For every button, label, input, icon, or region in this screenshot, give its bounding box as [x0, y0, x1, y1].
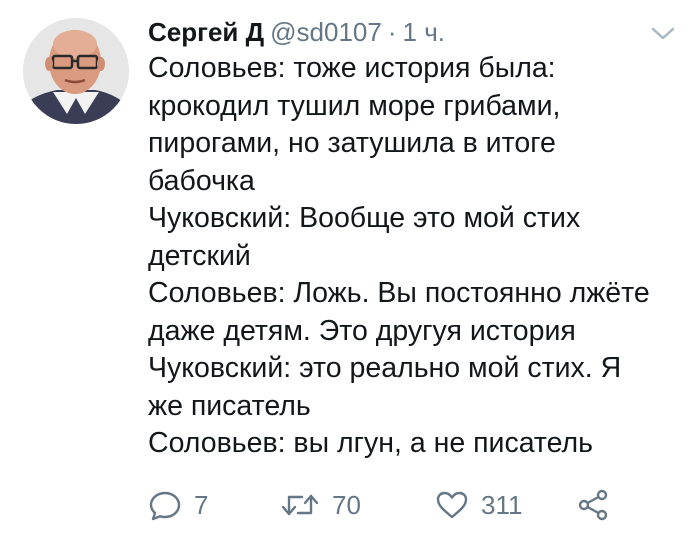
tweet-text-line: детский: [148, 239, 251, 272]
retweet-icon: [281, 494, 319, 516]
tweet-text-line: Соловьев: тоже история была:: [148, 52, 556, 84]
tweet-actions: 7 70 311: [0, 480, 700, 530]
tweet-text-line: Чуковский: Вообще это мой стих: [148, 202, 581, 234]
retweet-count: 70: [332, 489, 361, 520]
tweet-menu-button[interactable]: [650, 25, 676, 43]
like-count: 311: [481, 489, 523, 520]
header-separator: ·: [387, 17, 397, 47]
reply-icon: [149, 491, 181, 521]
chevron-down-icon: [651, 27, 675, 40]
tweet-text-line: Соловьев: Ложь. Вы постоянно лжёте: [148, 277, 650, 309]
tweet-text-line: пирогами, но затушила в итоге: [148, 127, 556, 159]
avatar[interactable]: [23, 18, 129, 124]
retweet-button[interactable]: 70: [280, 480, 361, 530]
like-button[interactable]: 311: [435, 480, 522, 530]
share-icon: [578, 489, 608, 521]
tweet-header: Сергей Д @sd0107 · 1 ч.: [148, 14, 445, 50]
tweet-text-line: же писатель: [148, 389, 311, 422]
tweet-text: Соловьев: тоже история была: крокодил ту…: [148, 50, 688, 463]
share-button[interactable]: [577, 480, 609, 530]
tweet-card: Сергей Д @sd0107 · 1 ч. Соловьев: тоже исто…: [0, 0, 700, 544]
tweet-timestamp[interactable]: 1 ч.: [403, 17, 445, 47]
tweet-text-line: крокодил тушил море грибами,: [148, 89, 561, 122]
tweet-text-line: Соловьев: вы лгун, а не писатель: [148, 427, 594, 459]
heart-icon: [436, 491, 468, 519]
avatar-image: [23, 18, 129, 124]
reply-button[interactable]: 7: [148, 480, 208, 530]
tweet-text-line: бабочка: [148, 164, 255, 197]
tweet-text-line: даже детям. Это другуя история: [148, 314, 576, 347]
author-name[interactable]: Сергей Д: [148, 17, 264, 47]
author-handle[interactable]: @sd0107: [270, 17, 382, 47]
reply-count: 7: [194, 489, 209, 520]
tweet-text-line: Чуковский: это реально мой стих. Я: [148, 352, 622, 384]
